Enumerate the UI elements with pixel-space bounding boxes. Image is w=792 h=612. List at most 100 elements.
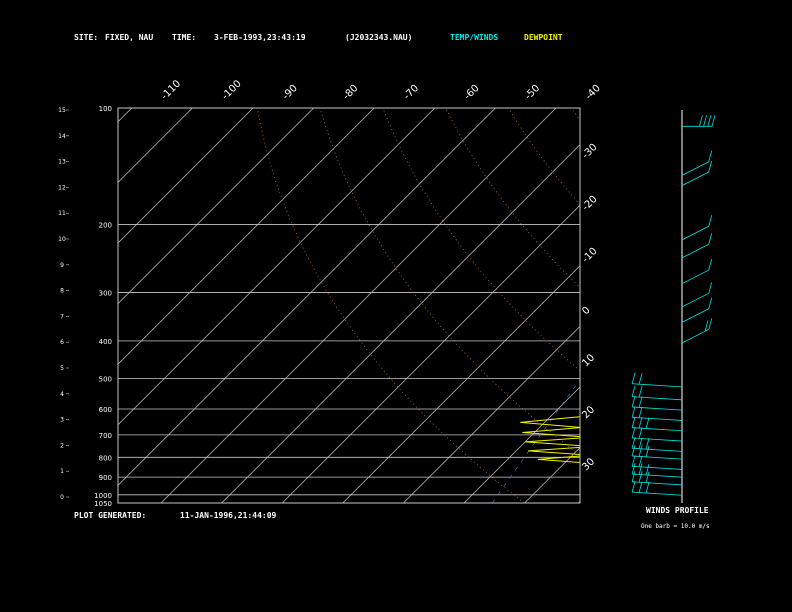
- height-tick-label: 12: [58, 184, 66, 191]
- wind-barb-flag: [631, 426, 636, 439]
- wind-barb-staff: [681, 269, 709, 285]
- isotherm-line: [118, 108, 254, 244]
- pressure-tick-label: 800: [99, 454, 112, 462]
- wind-barb-flag: [708, 150, 713, 162]
- wind-barb-staff: [632, 427, 683, 432]
- isotherm-line: [160, 108, 557, 503]
- wind-barb: [681, 215, 713, 241]
- wind-barb-staff: [632, 481, 683, 486]
- wind-barb: [681, 150, 713, 176]
- isotherm-line: [342, 265, 580, 503]
- wind-barb-staff: [632, 455, 683, 460]
- wind-barb-flag: [708, 233, 713, 245]
- wind-barb: [681, 282, 713, 308]
- pressure-tick-label: 900: [99, 474, 112, 482]
- height-tick-label: 14: [58, 133, 66, 140]
- wind-barb-flag: [707, 115, 712, 127]
- dry-adiabat-line: [697, 108, 792, 503]
- pressure-tick-label: 600: [99, 406, 112, 414]
- wind-barb-flag: [631, 372, 636, 384]
- wind-barb-staff: [632, 416, 683, 421]
- temperature-tick-label: -40: [584, 83, 603, 102]
- height-tick-label: 7: [60, 313, 64, 320]
- isotherm-line: [118, 108, 314, 305]
- wind-barb-staff: [632, 473, 683, 478]
- wind-barb-staff: [632, 437, 683, 442]
- height-tick-label: 10: [58, 236, 66, 243]
- dewpoint-line: [520, 416, 580, 463]
- chart-frame: [117, 107, 581, 504]
- dry-adiabat-line: [445, 108, 580, 289]
- wind-barb-flag: [638, 385, 643, 398]
- mixing-ratio-line: [664, 341, 765, 503]
- height-tick-label: 3: [60, 417, 64, 424]
- height-tick-label: 1: [60, 468, 64, 475]
- wind-barb-flag: [645, 481, 650, 494]
- isotherm-line: [767, 108, 792, 503]
- chart-grid: [118, 108, 792, 503]
- right-axis-tick-label: 20: [580, 404, 597, 421]
- temperature-tick-label: -90: [281, 83, 300, 102]
- wind-barb-staff: [681, 292, 709, 308]
- height-tick-label: 5: [60, 365, 64, 372]
- pressure-tick-label: 500: [99, 375, 112, 383]
- wind-barb: [631, 372, 683, 388]
- temperature-tick-label: -110: [159, 78, 183, 102]
- pressure-tick-label: 1000: [94, 492, 112, 500]
- wind-barb-flag: [703, 115, 707, 127]
- wind-barb: [681, 233, 713, 259]
- dry-adiabat-line: [759, 108, 792, 503]
- temperature-tick-label: -50: [523, 83, 542, 102]
- wind-barb-flag: [708, 297, 713, 309]
- wind-barb-flag: [708, 258, 713, 271]
- wind-barb-flag: [638, 416, 643, 429]
- temperature-tick-label: -60: [462, 83, 481, 102]
- wind-barb-flag: [699, 115, 703, 127]
- winds-profile: [631, 110, 716, 503]
- wind-barb: [681, 297, 713, 323]
- right-axis-tick-label: 30: [580, 456, 597, 473]
- wind-barb-flag: [631, 416, 636, 428]
- height-tick-label: 9: [60, 262, 64, 269]
- right-axis-tick-label: 0: [580, 305, 592, 317]
- mixing-ratio-line: [779, 341, 792, 503]
- right-axis-tick-label: -20: [580, 194, 599, 213]
- pressure-tick-label: 200: [99, 221, 112, 229]
- wind-barb-flag: [711, 115, 716, 127]
- isotherm-line: [281, 204, 580, 503]
- wind-barb-staff: [681, 171, 709, 187]
- isotherm-line: [706, 108, 792, 503]
- isotherm-line: [646, 108, 792, 503]
- wind-barb-staff: [632, 396, 683, 401]
- isotherm-line: [118, 108, 133, 123]
- wind-barb: [631, 385, 683, 401]
- right-axis-tick-label: -30: [580, 142, 599, 161]
- height-tick-label: 13: [58, 159, 66, 166]
- pressure-tick-label: 700: [99, 432, 112, 440]
- wind-barb: [681, 258, 713, 285]
- wind-barb-staff: [632, 383, 683, 388]
- mixing-ratio-line: [727, 341, 792, 503]
- wind-barb-flag: [638, 373, 643, 385]
- wind-barb-flag: [708, 318, 713, 330]
- skewt-chart: 1002003004005006007008009001000105001234…: [58, 78, 792, 508]
- height-tick-label: 0: [60, 494, 64, 501]
- plot-border: [117, 107, 581, 504]
- dry-adiabat-line: [319, 108, 580, 456]
- height-tick-label: 15: [58, 107, 66, 114]
- wind-barb: [682, 115, 716, 127]
- wind-barb-flag: [708, 160, 713, 173]
- wind-barb-flag: [645, 417, 650, 429]
- height-tick-label: 4: [60, 391, 64, 398]
- pressure-tick-label: 300: [99, 290, 112, 298]
- wind-barb-flag: [638, 481, 643, 493]
- isotherm-line: [403, 325, 580, 503]
- dry-adiabat-line: [634, 108, 792, 503]
- temperature-tick-label: -80: [341, 83, 360, 102]
- temperature-line: [705, 108, 792, 495]
- wind-barb-flag: [638, 406, 643, 418]
- wind-barb-flag: [638, 427, 643, 439]
- pressure-tick-label: 1050: [94, 500, 112, 508]
- isotherm-line: [463, 386, 580, 503]
- isotherm-line: [524, 447, 580, 503]
